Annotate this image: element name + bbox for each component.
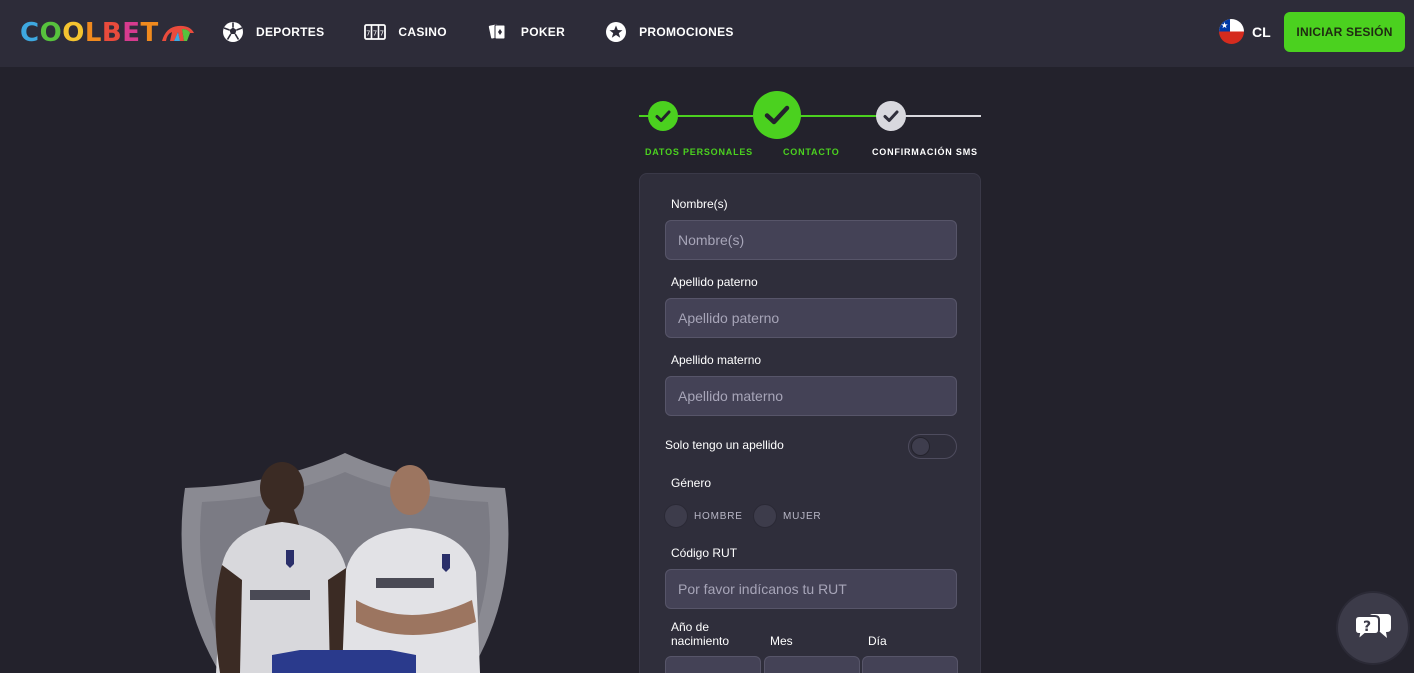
step-2-current-icon (753, 91, 801, 139)
registration-form: Nombre(s) Apellido paterno Apellido mate… (639, 173, 981, 673)
logo-letter: E (122, 18, 141, 48)
gender-radio-hombre[interactable] (664, 504, 688, 528)
nav-item-deportes[interactable]: DEPORTES (222, 21, 324, 43)
logo-letter: O (62, 18, 85, 48)
gender-option-mujer: MUJER (783, 511, 822, 522)
nav-item-label: PROMOCIONES (639, 25, 734, 39)
logo-wordmark: COOLBET (20, 18, 159, 48)
step-label-contacto: CONTACTO (783, 147, 840, 157)
rut-input[interactable] (665, 569, 957, 609)
step-label-confirmacion-sms: CONFIRMACIÓN SMS (872, 147, 978, 157)
step-3-pending-icon (876, 101, 906, 131)
toggle-knob (911, 437, 930, 456)
playing-cards-icon (487, 21, 509, 43)
nav-item-promociones[interactable]: PROMOCIONES (605, 21, 734, 43)
nav-item-label: POKER (520, 25, 566, 39)
login-button[interactable]: INICIAR SESIÓN (1284, 12, 1405, 52)
soccer-ball-icon (222, 21, 244, 43)
svg-text:7: 7 (366, 30, 370, 38)
nav-item-label: CASINO (398, 25, 447, 39)
single-surname-toggle[interactable] (908, 434, 957, 459)
birth-year-label-line: Año de (671, 620, 710, 634)
chile-flag-icon (1219, 19, 1244, 44)
nav-item-poker[interactable]: POKER (487, 21, 565, 43)
language-selector[interactable]: CL (1219, 19, 1271, 44)
main-nav: DEPORTES 777 CASINO POKER PROMOCIONES (222, 20, 774, 44)
logo-letter: B (101, 18, 123, 48)
birth-year-select[interactable] (665, 656, 761, 673)
logo-letter: C (20, 18, 40, 48)
nav-item-casino[interactable]: 777 CASINO (364, 21, 447, 43)
logo-letter: O (39, 18, 63, 48)
slot-machine-icon: 777 (364, 21, 387, 43)
birth-year-label-line: nacimiento (671, 634, 730, 648)
paternal-surname-input[interactable] (665, 298, 957, 338)
bear-mark-icon (161, 25, 194, 41)
svg-text:7: 7 (373, 30, 377, 38)
svg-text:?: ? (1363, 619, 1371, 635)
star-badge-icon (605, 21, 627, 43)
logo-letter: T (140, 18, 159, 48)
chat-bubbles-icon: ? (1354, 614, 1391, 643)
gender-option-hombre: HOMBRE (694, 511, 743, 522)
language-code: CL (1252, 23, 1271, 40)
birth-year-label: Año de nacimiento (671, 620, 729, 648)
support-chat-button[interactable]: ? (1338, 593, 1408, 663)
paternal-surname-label: Apellido paterno (671, 275, 758, 289)
top-header: COOLBET DEPORTES 777 CASINO POKER PROMOC… (0, 0, 1414, 67)
registration-stepper: DATOS PERSONALES CONTACTO CONFIRMACIÓN S… (639, 90, 981, 160)
nav-item-label: DEPORTES (256, 25, 325, 39)
step-1-done-icon (648, 101, 678, 131)
birth-day-label: Día (868, 634, 887, 648)
gender-radio-mujer[interactable] (753, 504, 777, 528)
rut-label: Código RUT (671, 546, 738, 560)
birth-month-label: Mes (770, 634, 793, 648)
first-name-input[interactable] (665, 220, 957, 260)
birth-month-select[interactable] (764, 656, 860, 673)
maternal-surname-label: Apellido materno (671, 353, 762, 367)
step-label-datos-personales: DATOS PERSONALES (645, 147, 753, 157)
single-surname-label: Solo tengo un apellido (665, 438, 784, 452)
logo-letter: L (84, 18, 102, 48)
gender-label: Género (671, 476, 712, 490)
hero-players-image (170, 450, 520, 673)
svg-text:7: 7 (380, 30, 384, 38)
first-name-label: Nombre(s) (671, 197, 728, 211)
coolbet-logo[interactable]: COOLBET (20, 18, 196, 48)
birth-day-select[interactable] (862, 656, 958, 673)
maternal-surname-input[interactable] (665, 376, 957, 416)
